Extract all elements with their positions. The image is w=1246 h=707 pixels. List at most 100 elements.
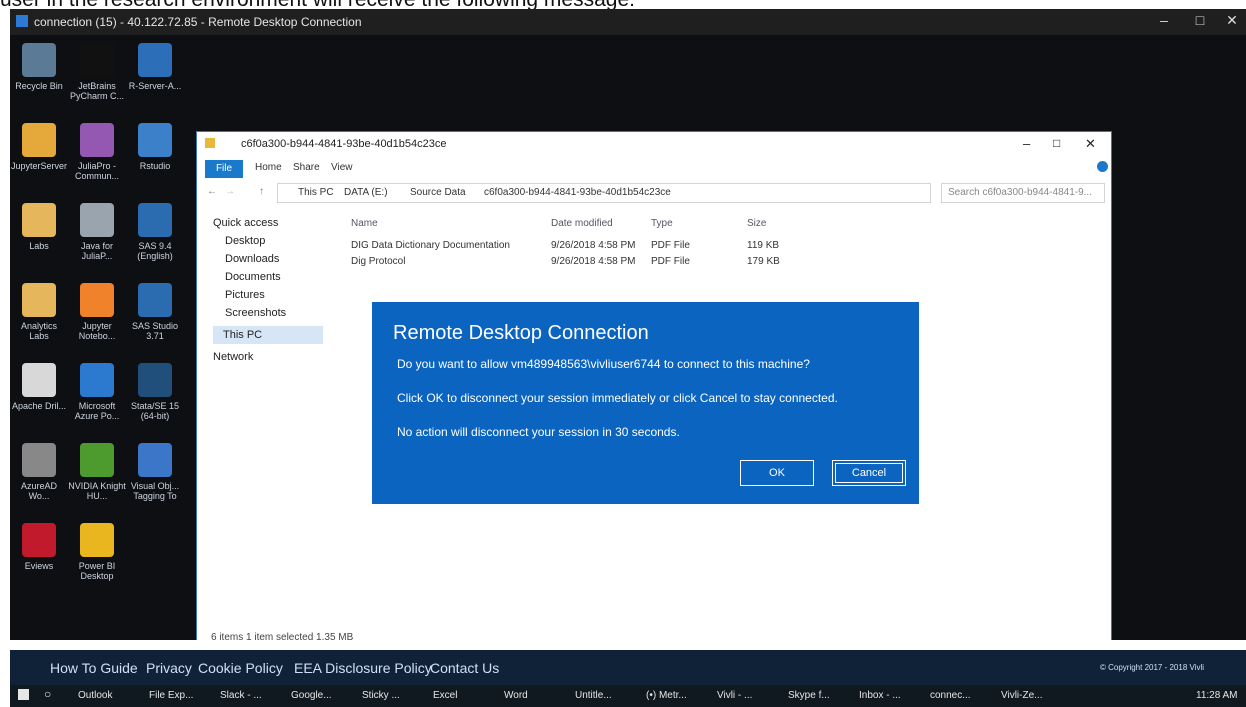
search-input[interactable]: Search c6f0a300-b944-4841-9... — [941, 183, 1105, 203]
desktop-icon-label: SAS Studio 3.71 — [131, 321, 179, 341]
help-icon[interactable] — [1097, 161, 1108, 172]
desktop-icon[interactable]: JetBrains PyCharm C... — [68, 43, 126, 101]
taskbar-app-button[interactable]: Outlook — [78, 690, 112, 701]
breadcrumb-data-e[interactable]: DATA (E:) — [344, 187, 388, 198]
explorer-address-bar: ← → ↑ This PC DATA (E:) Source Data c6f0… — [197, 180, 1111, 206]
explorer-minimize-button[interactable]: – — [1023, 136, 1030, 151]
desktop-icon[interactable]: SAS Studio 3.71 — [126, 283, 184, 341]
desktop-icon[interactable]: JuliaPro - Commun... — [68, 123, 126, 181]
taskbar-app-button[interactable]: Google... — [291, 690, 332, 701]
nav-this-pc[interactable]: This PC — [213, 326, 323, 344]
desktop-icon[interactable]: Eviews — [10, 523, 68, 571]
taskbar-app-button[interactable]: connec... — [930, 690, 971, 701]
footer-link-how-to-guide[interactable]: How To Guide — [50, 660, 138, 676]
taskbar-app-button[interactable]: Vivli-Ze... — [1001, 690, 1043, 701]
maximize-button[interactable]: □ — [1186, 12, 1214, 28]
desktop-icon[interactable]: Microsoft Azure Po... — [68, 363, 126, 421]
table-row[interactable]: Dig Protocol 9/26/2018 4:58 PM PDF File … — [339, 254, 809, 270]
col-size[interactable]: Size — [747, 218, 766, 229]
footer-link-contact-us[interactable]: Contact Us — [430, 660, 499, 676]
up-arrow-icon[interactable]: ↑ — [259, 186, 264, 197]
nav-downloads[interactable]: Downloads — [225, 250, 279, 268]
app-icon — [138, 283, 172, 317]
taskbar-app-button[interactable]: Slack - ... — [220, 690, 262, 701]
folder-icon — [205, 138, 215, 148]
breadcrumb-folder[interactable]: c6f0a300-b944-4841-93be-40d1b54c23ce — [484, 187, 671, 198]
desktop-icon[interactable]: Stata/SE 15 (64-bit) — [126, 363, 184, 421]
back-arrow-icon[interactable]: ← — [207, 186, 217, 197]
taskbar-app-button[interactable]: (•) Metr... — [646, 690, 687, 701]
document-caption: user in the research environment will re… — [0, 0, 1246, 9]
nav-desktop[interactable]: Desktop — [225, 232, 265, 250]
dialog-timeout-note: No action will disconnect your session i… — [397, 425, 680, 439]
breadcrumb-source-data[interactable]: Source Data — [410, 187, 466, 198]
rdp-title-bar[interactable]: connection (15) - 40.122.72.85 - Remote … — [10, 9, 1246, 35]
tab-home[interactable]: Home — [255, 162, 282, 173]
desktop-icon[interactable]: Jupyter Notebo... — [68, 283, 126, 341]
col-date-modified[interactable]: Date modified — [551, 218, 613, 229]
desktop-icon-label: SAS 9.4 (English) — [137, 241, 173, 261]
taskbar-app-button[interactable]: Sticky ... — [362, 690, 400, 701]
table-row[interactable]: DIG Data Dictionary Documentation 9/26/2… — [339, 238, 809, 254]
taskbar-app-button[interactable]: Untitle... — [575, 690, 612, 701]
cancel-button[interactable]: Cancel — [832, 460, 906, 486]
footer-link-privacy[interactable]: Privacy — [146, 660, 192, 676]
desktop-icon[interactable]: NVIDIA Knight HU... — [68, 443, 126, 501]
nav-quick-access[interactable]: Quick access — [213, 214, 278, 232]
dialog-title: Remote Desktop Connection — [393, 322, 649, 344]
nav-screenshots[interactable]: Screenshots — [225, 304, 286, 322]
explorer-maximize-button[interactable]: □ — [1053, 136, 1060, 150]
desktop-icon[interactable]: SAS 9.4 (English) — [126, 203, 184, 261]
tab-file[interactable]: File — [205, 160, 243, 178]
desktop-icon-label: Microsoft Azure Po... — [74, 401, 120, 421]
desktop-icon[interactable]: Visual Obj... Tagging To — [126, 443, 184, 501]
desktop-icon[interactable]: Labs — [10, 203, 68, 251]
footer-link-cookie-policy[interactable]: Cookie Policy — [198, 660, 283, 676]
explorer-status-bar: 6 items 1 item selected 1.35 MB — [211, 632, 354, 640]
desktop-icon[interactable]: AzureAD Wo... — [10, 443, 68, 501]
desktop-icon[interactable]: Rstudio — [126, 123, 184, 171]
taskbar-app-button[interactable]: Word — [504, 690, 528, 701]
col-type[interactable]: Type — [651, 218, 673, 229]
forward-arrow-icon[interactable]: → — [225, 186, 235, 197]
app-icon — [80, 43, 114, 77]
desktop-icon[interactable]: Power BI Desktop — [68, 523, 126, 581]
nav-pictures[interactable]: Pictures — [225, 286, 265, 304]
footer-link-eea-disclosure[interactable]: EEA Disclosure Policy — [294, 660, 432, 676]
desktop-icon[interactable]: Recycle Bin — [10, 43, 68, 91]
nav-documents[interactable]: Documents — [225, 268, 281, 286]
windows-start-icon[interactable] — [18, 689, 29, 700]
desktop-icon[interactable]: R-Server-A... — [126, 43, 184, 91]
address-path[interactable]: This PC DATA (E:) Source Data c6f0a300-b… — [277, 183, 931, 203]
footer-copyright: © Copyright 2017 - 2018 Vivli — [1100, 663, 1205, 672]
desktop-icon-label: Java for JuliaP... — [80, 241, 113, 261]
search-icon[interactable]: ○ — [44, 687, 51, 701]
app-icon — [22, 523, 56, 557]
nav-network[interactable]: Network — [213, 348, 253, 366]
taskbar-app-button[interactable]: File Exp... — [149, 690, 193, 701]
taskbar-app-button[interactable]: Excel — [433, 690, 457, 701]
explorer-title: c6f0a300-b944-4841-93be-40d1b54c23ce — [241, 138, 447, 150]
ok-button[interactable]: OK — [740, 460, 814, 486]
taskbar-app-button[interactable]: Vivli - ... — [717, 690, 752, 701]
app-icon — [80, 523, 114, 557]
app-icon — [80, 363, 114, 397]
col-name[interactable]: Name — [351, 218, 378, 229]
desktop-icon[interactable]: Analytics Labs — [10, 283, 68, 341]
explorer-ribbon-tabs: File Home Share View — [197, 158, 1111, 180]
minimize-button[interactable]: – — [1150, 12, 1178, 28]
desktop-icon-label: Visual Obj... Tagging To — [130, 481, 180, 501]
close-button[interactable]: ✕ — [1218, 12, 1246, 29]
desktop-icon[interactable]: Apache Dril... — [10, 363, 68, 411]
tab-view[interactable]: View — [331, 162, 353, 173]
app-icon — [80, 443, 114, 477]
app-icon — [138, 43, 172, 77]
navigation-pane: Quick access Desktop Downloads Documents… — [205, 214, 329, 614]
explorer-close-button[interactable]: ✕ — [1085, 136, 1096, 152]
taskbar-app-button[interactable]: Inbox - ... — [859, 690, 901, 701]
desktop-icon[interactable]: JupyterServer — [10, 123, 68, 171]
breadcrumb-this-pc[interactable]: This PC — [298, 187, 334, 198]
tab-share[interactable]: Share — [293, 162, 320, 173]
taskbar-app-button[interactable]: Skype f... — [788, 690, 830, 701]
desktop-icon[interactable]: Java for JuliaP... — [68, 203, 126, 261]
